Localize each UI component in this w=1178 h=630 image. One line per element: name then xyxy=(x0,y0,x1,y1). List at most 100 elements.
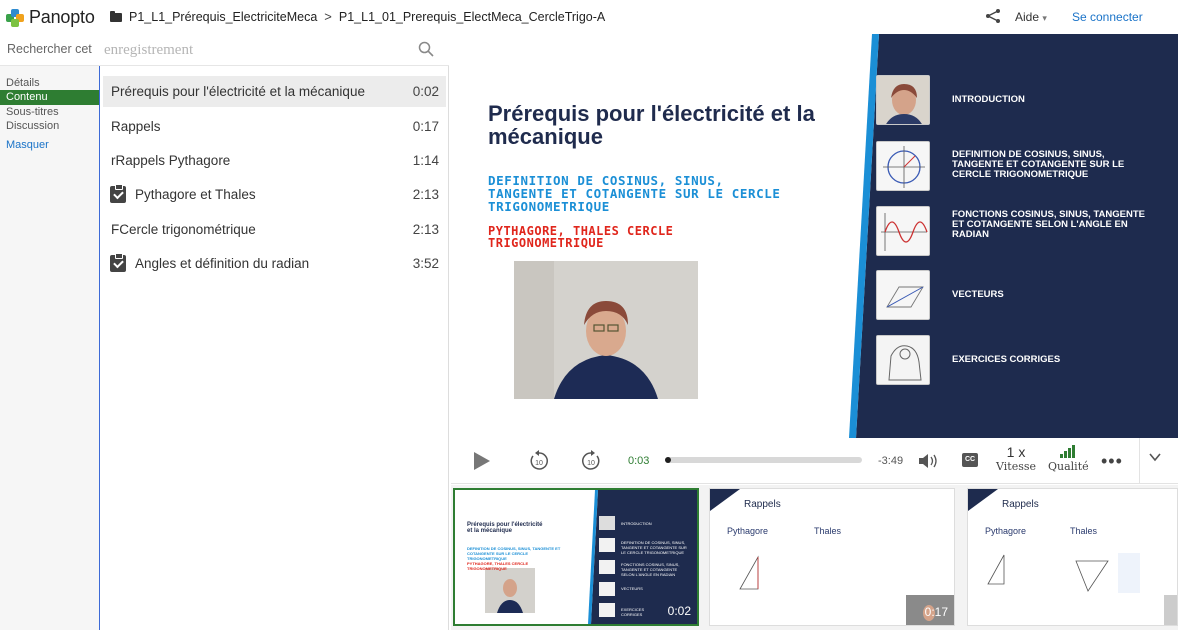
contents-item[interactable]: FCercle trigonométrique 2:13 xyxy=(103,214,446,245)
slide-toc-item: VECTEURS xyxy=(876,270,1166,322)
slide-toc-item: EXERCICES CORRIGES xyxy=(876,335,1166,387)
slide-toc-label: DEFINITION DE COSINUS, SINUS, TANGENTE E… xyxy=(952,149,1125,180)
divider xyxy=(1139,438,1140,484)
more-options-icon[interactable]: ••• xyxy=(1101,451,1123,472)
contents-item-time: 0:17 xyxy=(412,119,439,134)
trig-circle-thumbnail xyxy=(876,141,930,191)
speed-control[interactable]: 1 x Vitesse xyxy=(994,444,1038,474)
help-menu[interactable]: Aide ▾ xyxy=(1015,10,1047,24)
hide-panel-link[interactable]: Masquer xyxy=(0,138,99,152)
folder-icon xyxy=(110,11,122,22)
progress-fill xyxy=(665,457,671,463)
thumbnail-col2: Thales xyxy=(1070,526,1098,536)
slide-view[interactable]: Prérequis pour l'électricité et la mécan… xyxy=(451,34,1178,438)
nav-contents[interactable]: Contenu xyxy=(0,90,99,105)
contents-item-time: 3:52 xyxy=(412,256,439,271)
nav-details[interactable]: Détails xyxy=(0,76,99,90)
vectors-thumbnail xyxy=(876,270,930,320)
thumbnail-subtitle-2: PYTHAGORE, THALES CERCLE TRIGONOMETRIQUE xyxy=(467,561,529,571)
slide-toc-item: DEFINITION DE COSINUS, SINUS, TANGENTE E… xyxy=(876,141,1166,193)
sine-wave-thumbnail xyxy=(876,206,930,256)
forward-10-icon[interactable]: 10 xyxy=(580,450,602,472)
thumbnail-toc-label: FONCTIONS COSINUS, SINUS, TANGENTE ET CO… xyxy=(621,562,680,577)
contents-item-title: Rappels xyxy=(111,119,161,134)
presenter-photo-thumbnail xyxy=(876,75,930,125)
contents-item-time: 2:13 xyxy=(412,187,439,202)
skip-forward-label: 10 xyxy=(587,460,595,467)
slide-subtitle: DEFINITION DE COSINUS, SINUS, TANGENTE E… xyxy=(488,173,781,214)
contents-item-time: 0:02 xyxy=(412,84,439,99)
thumbnail-slide[interactable]: Rappels Pythagore Thales xyxy=(967,488,1178,626)
thumbnail-col2: Thales xyxy=(814,526,842,536)
slide-toc-label: VECTEURS xyxy=(952,289,1004,300)
skip-back-label: 10 xyxy=(535,460,543,467)
signal-bars-icon xyxy=(1060,444,1076,460)
contents-panel: Prérequis pour l'électricité et la mécan… xyxy=(99,66,449,630)
nav-captions[interactable]: Sous-titres xyxy=(0,105,99,119)
exercises-thumbnail xyxy=(876,335,930,385)
chevron-down-icon[interactable] xyxy=(1148,450,1162,464)
captions-icon[interactable]: CC xyxy=(962,453,978,467)
thumbnail-heading: Rappels xyxy=(744,499,781,510)
share-icon[interactable] xyxy=(985,8,1001,24)
top-bar: Panopto P1_L1_Prérequis_ElectriciteMeca … xyxy=(0,0,1178,34)
slide-toc-label: INTRODUCTION xyxy=(952,94,1025,105)
slide-toc-item: FONCTIONS COSINUS, SINUS, TANGENTE ET CO… xyxy=(876,206,1166,258)
contents-item[interactable]: rRappels Pythagore 1:14 xyxy=(103,145,446,176)
nav-discussion[interactable]: Discussion xyxy=(0,119,99,133)
breadcrumb-separator: > xyxy=(324,9,332,24)
contents-item[interactable]: Angles et définition du radian 3:52 xyxy=(103,248,446,279)
thumbnail-time: 0:17 xyxy=(924,605,948,619)
thumbnail-strip: Prérequis pour l'électricité et la mécan… xyxy=(451,485,1178,630)
thumbnail-toc-label: VECTEURS xyxy=(621,586,643,591)
thumbnail-slide[interactable]: Prérequis pour l'électricité et la mécan… xyxy=(453,488,699,626)
contents-item-time: 2:13 xyxy=(412,222,439,237)
speed-caption: Vitesse xyxy=(996,460,1036,473)
current-time: 0:03 xyxy=(628,455,650,467)
thumbnail-col1: Pythagore xyxy=(727,526,769,536)
speed-value: 1 x xyxy=(1006,444,1026,460)
contents-item-title: FCercle trigonométrique xyxy=(111,222,256,237)
search-input[interactable] xyxy=(104,37,404,63)
help-label: Aide xyxy=(1015,10,1040,24)
slide-subtitle-2: PYTHAGORE, THALES CERCLE TRIGONOMETRIQUE xyxy=(488,224,674,250)
search-icon[interactable] xyxy=(418,41,434,57)
slide-toc-item: INTRODUCTION xyxy=(876,75,1166,127)
slide-title: Prérequis pour l'électricité et la mécan… xyxy=(488,101,815,149)
thumbnail-time: 0:02 xyxy=(667,604,691,618)
search-row: Rechercher cet xyxy=(0,34,449,66)
thumbnail-slide[interactable]: Rappels Pythagore Thales 0:17 xyxy=(709,488,955,626)
contents-item-title: Prérequis pour l'électricité et la mécan… xyxy=(111,84,365,99)
chevron-down-icon: ▾ xyxy=(1042,13,1047,23)
panopto-logo[interactable]: Panopto xyxy=(6,7,95,28)
contents-item[interactable]: Pythagore et Thales 2:13 xyxy=(103,179,446,210)
contents-item[interactable]: Prérequis pour l'électricité et la mécan… xyxy=(103,76,446,107)
quality-caption: Qualité xyxy=(1048,460,1089,473)
thumbnail-heading: Rappels xyxy=(1002,499,1039,510)
presenter-figure xyxy=(514,261,698,399)
breadcrumb-folder[interactable]: P1_L1_Prérequis_ElectriciteMeca xyxy=(129,10,317,24)
contents-item-title: Angles et définition du radian xyxy=(135,256,310,271)
contents-item-time: 1:14 xyxy=(412,153,439,168)
clipboard-check-icon xyxy=(110,184,126,203)
progress-bar[interactable] xyxy=(665,457,862,463)
thumbnail-toc-label: EXERCICES CORRIGES xyxy=(621,607,645,617)
slide-toc-label: EXERCICES CORRIGES xyxy=(952,354,1061,365)
thumbnail-toc-label: INTRODUCTION xyxy=(621,521,652,526)
thumbnail-subtitle: DEFINITION DE COSINUS, SINUS, TANGENTE E… xyxy=(467,546,561,561)
contents-item[interactable]: Rappels 0:17 xyxy=(103,111,446,142)
contents-item-title: Pythagore et Thales xyxy=(135,187,256,202)
volume-icon[interactable] xyxy=(918,452,940,470)
thumbnail-title: Prérequis pour l'électricité et la mécan… xyxy=(467,522,543,534)
clipboard-check-icon xyxy=(110,253,126,272)
breadcrumb: P1_L1_Prérequis_ElectriciteMeca > P1_L1_… xyxy=(110,9,605,24)
breadcrumb-session: P1_L1_01_Prerequis_ElectMeca_CercleTrigo… xyxy=(338,9,606,24)
signin-link[interactable]: Se connecter xyxy=(1072,10,1143,24)
thumbnail-background xyxy=(968,489,1177,625)
quality-control[interactable]: Qualité xyxy=(1048,444,1089,473)
rewind-10-icon[interactable]: 10 xyxy=(528,450,550,472)
play-icon[interactable] xyxy=(474,452,490,470)
thumbnail-col1: Pythagore xyxy=(985,526,1027,536)
remaining-time: -3:49 xyxy=(878,455,904,467)
player-controls: 10 10 0:03 -3:49 CC 1 x Vitesse Qualité … xyxy=(451,438,1178,484)
